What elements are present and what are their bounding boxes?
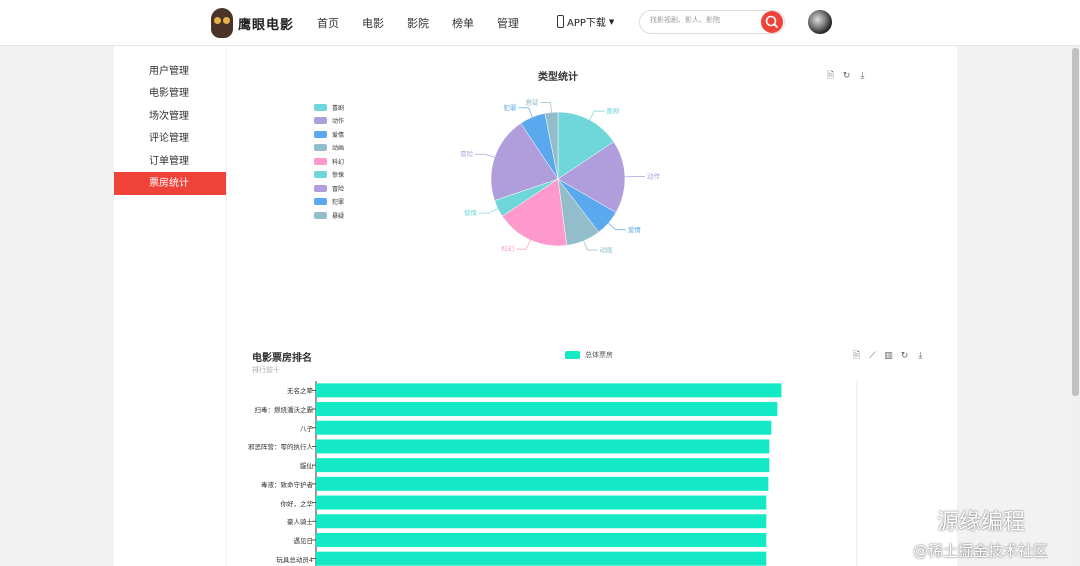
top-navbar: 鹰眼电影 首页 电影 影院 榜单 管理 APP下载 ▼ [0,0,1080,46]
main-content: 类型统计 🗎 ↻ ⤓ 喜剧 动作 爱情 动画 科幻 惊悚 冒险 犯罪 悬疑 喜剧 动作 爱情 动画 科幻… [227,46,957,566]
sidebar-item-orders[interactable]: 订单管理 [114,150,226,173]
user-avatar[interactable] [808,10,832,34]
bar-8[interactable] [316,532,767,547]
sidebar-item-comments[interactable]: 评论管理 [114,127,226,150]
search-icon [765,15,778,28]
nav-manage[interactable]: 管理 [497,15,519,31]
phone-icon [557,15,564,28]
logo-text: 鹰眼电影 [238,17,295,33]
scrollbar-thumb[interactable] [1072,48,1079,396]
bar-7[interactable] [316,514,767,529]
sidebar-item-boxoffice[interactable]: 票房统计 [114,172,226,195]
bar-1[interactable] [316,402,778,417]
bar-9[interactable] [316,551,767,566]
sidebar-item-movies[interactable]: 电影管理 [114,82,226,105]
bar-3[interactable] [316,439,770,454]
bar-4[interactable] [316,458,770,473]
bar-6[interactable] [316,495,767,510]
bar-0[interactable] [316,383,782,398]
page-scrollbar[interactable] [1071,46,1080,566]
search-input[interactable] [650,16,760,24]
app-download-label: APP下载 [567,18,606,29]
watermark-title: 源缘编程 [937,510,1026,535]
bar-5[interactable] [316,476,769,491]
search-box [639,10,785,34]
logo[interactable]: 鹰眼电影 [211,8,294,38]
nav-movies[interactable]: 电影 [362,15,384,31]
bar-chart [312,381,858,566]
search-button[interactable] [761,11,783,33]
nav-rankings[interactable]: 榜单 [452,15,474,31]
sidebar-item-users[interactable]: 用户管理 [114,60,226,83]
watermark-subtitle: @稀土掘金技术社区 [913,542,1049,560]
sidebar: 用户管理 电影管理 场次管理 评论管理 订单管理 票房统计 [114,46,226,566]
app-download-dropdown[interactable]: APP下载 ▼ [557,14,614,29]
owl-logo-icon [211,8,233,38]
sidebar-item-schedules[interactable]: 场次管理 [114,105,226,128]
nav-cinemas[interactable]: 影院 [407,15,429,31]
caret-down-icon: ▼ [608,17,615,26]
nav-home[interactable]: 首页 [317,15,339,31]
bar-2[interactable] [316,420,772,435]
